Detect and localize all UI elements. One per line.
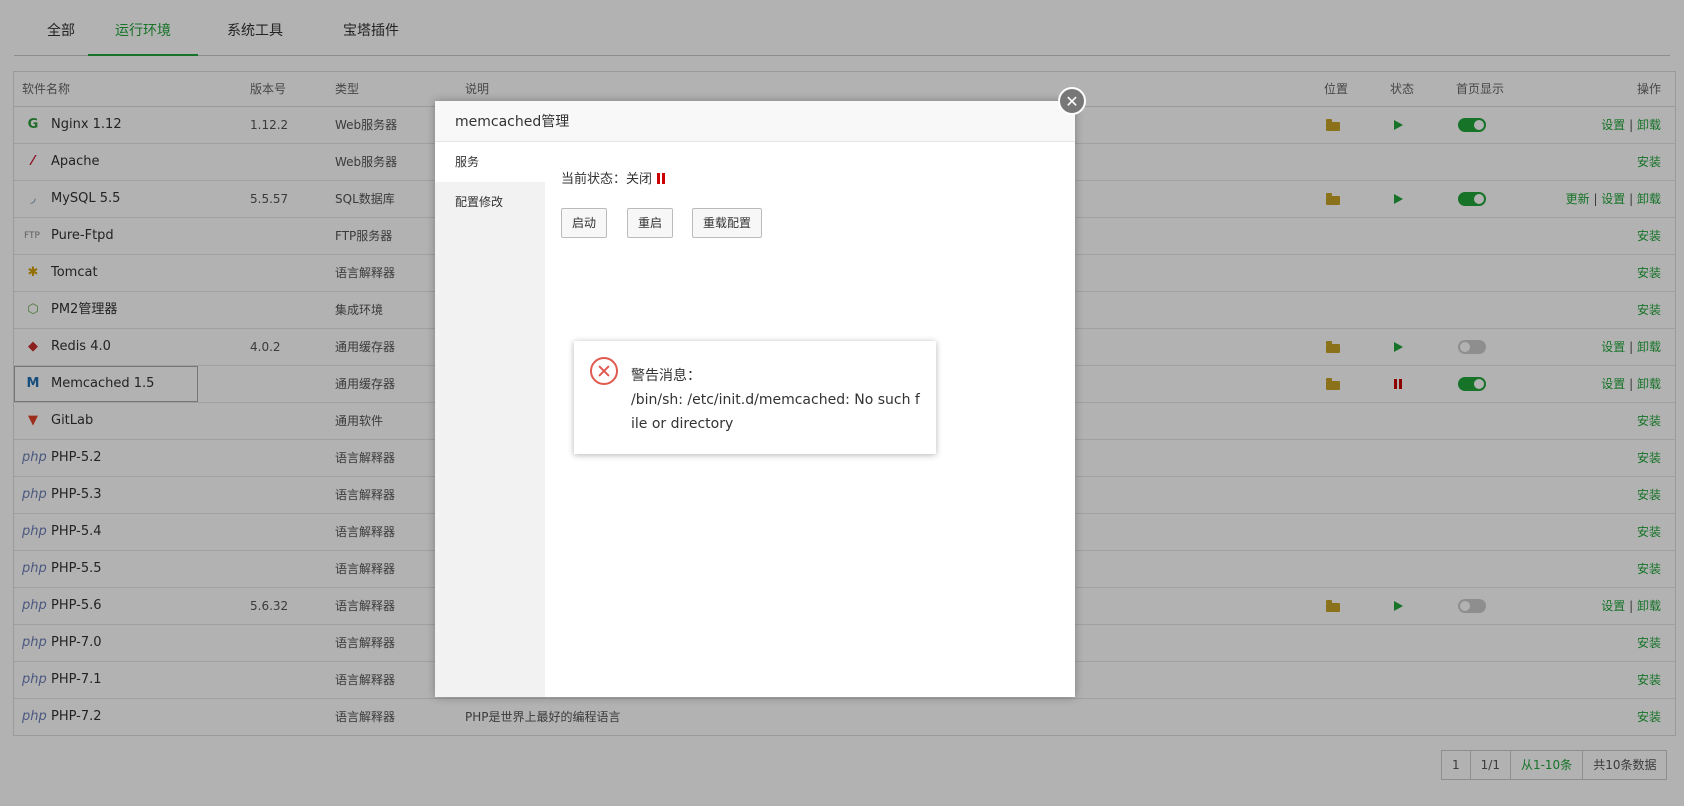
reload-config-button[interactable]: 重载配置 (692, 208, 763, 238)
modal-sidebar: 服务 配置修改 (435, 142, 545, 697)
warning-alert: 警告消息： /bin/sh: /etc/init.d/memcached: No… (574, 341, 936, 454)
modal-title: memcached管理 (435, 101, 1075, 142)
start-button[interactable]: 启动 (561, 208, 608, 238)
alert-title: 警告消息： (631, 368, 701, 384)
close-icon: ✕ (1065, 92, 1079, 111)
stopped-icon (657, 173, 666, 184)
close-button[interactable]: ✕ (1058, 87, 1086, 115)
service-status: 当前状态：关闭 (561, 168, 666, 187)
error-icon (590, 357, 618, 385)
restart-button[interactable]: 重启 (627, 208, 674, 238)
alert-message: /bin/sh: /etc/init.d/memcached: No such … (631, 392, 920, 432)
sidebar-item-config[interactable]: 配置修改 (435, 182, 545, 222)
sidebar-item-service[interactable]: 服务 (435, 142, 545, 182)
status-text: 当前状态：关闭 (561, 172, 653, 187)
